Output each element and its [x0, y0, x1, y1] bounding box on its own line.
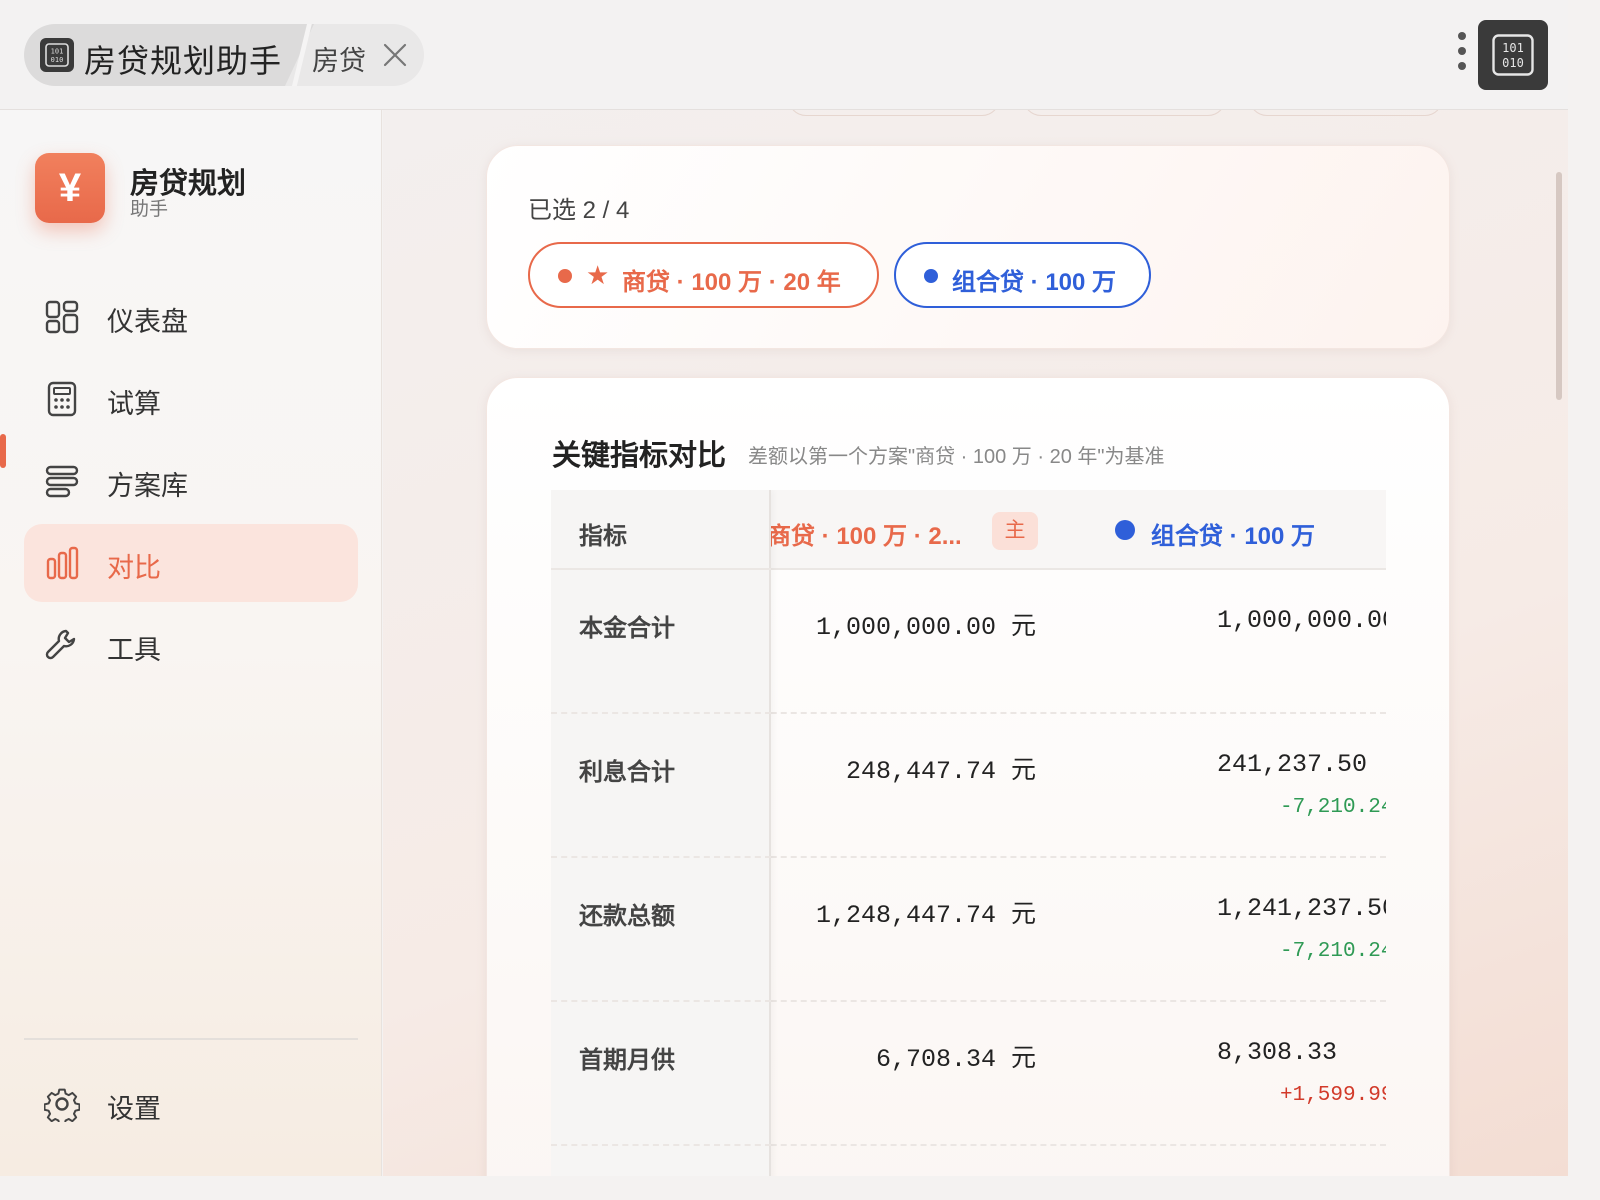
metric-label: 还款总额 — [579, 903, 675, 930]
stack-icon — [45, 465, 79, 498]
header-plan2: 组合贷 · 100 万 — [1151, 523, 1316, 550]
metric-label: 利息合计 — [579, 759, 675, 786]
sidebar-item-label: 方案库 — [107, 471, 188, 501]
metric-column: 指标 本金合计 利息合计 还款总额 首期月供 — [551, 490, 771, 1176]
value-plan1: 248,447.74 元 — [845, 757, 1036, 786]
close-icon[interactable] — [382, 42, 408, 68]
tab-group: 101 010 房贷规划助手 房贷 — [24, 24, 424, 86]
comparison-table[interactable]: 商贷 · 100 万 · 2... 主 组合贷 · 100 万 1,000,00… — [551, 490, 1386, 1176]
sidebar-item-plans[interactable]: 方案库 — [24, 442, 358, 520]
brand-logo: ¥ — [35, 153, 105, 223]
metric-cell: 首期月供 — [551, 1002, 771, 1146]
gear-icon — [44, 1088, 80, 1122]
header-metric: 指标 — [579, 523, 627, 550]
sidebar-item-label: 试算 — [107, 389, 161, 419]
value-plan2: 8,308.33 — [1217, 1038, 1338, 1067]
metric-header-cell: 指标 — [551, 490, 771, 570]
dashboard-icon — [45, 300, 79, 334]
binary-app-button[interactable]: 101 010 — [1478, 20, 1548, 90]
tab-app-label: 房贷规划助手 — [84, 43, 283, 79]
diff-plan2: -7,210.24 — [1280, 940, 1386, 963]
metric-cell: 利息合计 — [551, 714, 771, 858]
star-icon: ★ — [586, 260, 610, 290]
title-bar: 101 010 房贷规划助手 房贷 101 010 — [0, 0, 1568, 110]
svg-text:101: 101 — [1502, 41, 1524, 55]
selection-card: 已选 2 / 4 ★ 商贷 · 100 万 · 20 年 组合贷 · 100 万 — [486, 145, 1450, 349]
plan-chip-commercial[interactable]: ★ 商贷 · 100 万 · 20 年 — [528, 242, 879, 308]
metric-label: 首期月供 — [579, 1047, 675, 1074]
sidebar-item-label: 对比 — [107, 553, 161, 583]
sidebar-item-label: 仪表盘 — [107, 307, 188, 337]
brand-subtitle: 助手 — [130, 199, 169, 220]
sidebar: ¥ 房贷规划 助手 仪表盘 试算 方案库 对比 工具 设置 — [0, 110, 382, 1176]
metric-cell: 还款总额 — [551, 858, 771, 1002]
diff-plan2: -7,210.24 — [1280, 796, 1386, 819]
value-plan2: 1,241,237.50 — [1217, 894, 1386, 923]
comparison-title: 关键指标对比 — [552, 440, 727, 472]
svg-text:101: 101 — [51, 48, 64, 56]
main-content: 已选 2 / 4 ★ 商贷 · 100 万 · 20 年 组合贷 · 100 万… — [383, 110, 1568, 1176]
sidebar-item-calculate[interactable]: 试算 — [24, 360, 358, 438]
value-plan1: 1,000,000.00 元 — [815, 613, 1036, 642]
tab-loan-label[interactable]: 房贷 — [312, 39, 366, 78]
metric-cell: 本金合计 — [551, 570, 771, 714]
comparison-subtitle: 差额以第一个方案"商贷 · 100 万 · 20 年"为基准 — [748, 446, 1165, 468]
sidebar-item-label: 设置 — [107, 1094, 161, 1124]
svg-text:010: 010 — [51, 56, 64, 64]
filter-pill[interactable] — [1023, 110, 1226, 116]
active-indicator — [0, 434, 6, 468]
sidebar-item-label: 工具 — [107, 635, 161, 665]
plan-chip-label: 组合贷 · 100 万 — [952, 269, 1117, 296]
filter-pill[interactable] — [788, 110, 1000, 116]
value-plan2: 241,237.50 — [1217, 750, 1368, 779]
sidebar-item-compare[interactable]: 对比 — [24, 524, 358, 602]
value-plan1: 6,708.34 元 — [875, 1045, 1036, 1074]
wrench-icon — [45, 629, 76, 660]
binary-icon: 101 010 — [40, 38, 74, 72]
value-plan1: 1,248,447.74 元 — [815, 901, 1036, 930]
sidebar-divider — [24, 1038, 358, 1040]
selection-count: 已选 2 / 4 — [528, 197, 630, 224]
plan-chip-combined[interactable]: 组合贷 · 100 万 — [894, 242, 1151, 308]
comparison-card: 关键指标对比 差额以第一个方案"商贷 · 100 万 · 20 年"为基准 商贷… — [486, 377, 1450, 1176]
sidebar-item-tools[interactable]: 工具 — [24, 606, 358, 684]
svg-text:010: 010 — [1502, 56, 1524, 70]
plan-chip-label: 商贷 · 100 万 · 20 年 — [622, 269, 841, 296]
value-plan2: 1,000,000.00 — [1217, 606, 1386, 635]
diff-plan2: +1,599.99 — [1280, 1084, 1386, 1107]
plan2-color-dot — [1115, 520, 1135, 540]
plan-color-dot — [924, 269, 938, 283]
plan-color-dot — [558, 269, 572, 283]
metric-label: 本金合计 — [579, 615, 675, 642]
scrollbar[interactable] — [1556, 172, 1562, 400]
calculator-icon — [47, 381, 77, 417]
sidebar-item-settings[interactable]: 设置 — [24, 1065, 358, 1143]
bar-chart-icon — [46, 546, 79, 580]
header-plan1: 商贷 · 100 万 · 2... — [767, 523, 962, 550]
binary-icon: 101 010 — [1492, 34, 1534, 76]
primary-badge: 主 — [992, 512, 1038, 550]
sidebar-item-dashboard[interactable]: 仪表盘 — [24, 278, 358, 356]
more-vertical-icon[interactable] — [1454, 32, 1470, 76]
filter-pill[interactable] — [1249, 110, 1443, 116]
